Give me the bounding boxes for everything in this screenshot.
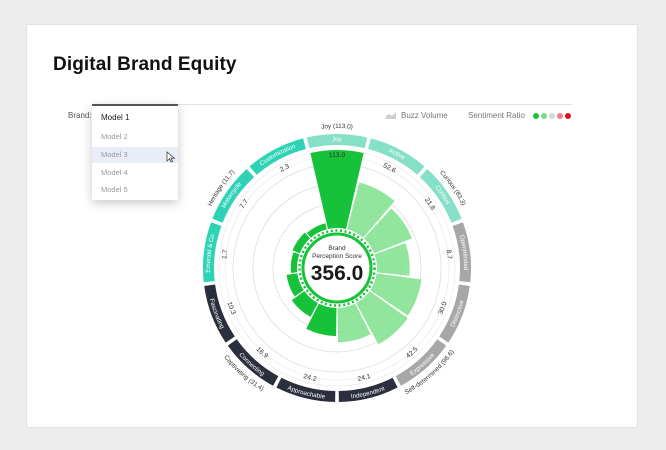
label-path bbox=[201, 155, 250, 227]
bar-emerald-co- bbox=[290, 252, 300, 273]
label-path bbox=[394, 340, 459, 398]
dropdown-option[interactable]: Model 4 bbox=[92, 165, 178, 181]
dropdown-option[interactable]: Model 2 bbox=[92, 129, 178, 145]
label-path bbox=[424, 155, 473, 227]
dropdown-option[interactable]: Model 5 bbox=[92, 182, 178, 198]
segment-value: 52.6 bbox=[382, 162, 397, 174]
segment-value: 42.5 bbox=[405, 346, 420, 360]
segment-value: 30.0 bbox=[437, 301, 448, 316]
group-label: Joy (113.0) bbox=[321, 123, 353, 131]
center-label-line2: Perception Score bbox=[312, 253, 362, 260]
mouse-cursor-icon bbox=[166, 151, 176, 163]
segment-value: 10.3 bbox=[226, 301, 237, 316]
segment-value: 113.0 bbox=[329, 152, 346, 159]
center-label-line1: Brand bbox=[328, 245, 346, 252]
segment-label: Customization bbox=[258, 143, 296, 168]
bar-fascinating bbox=[286, 273, 304, 297]
segment-value: 8.7 bbox=[445, 249, 453, 259]
brand-equity-radial-chart: Joy113.0Joy (113.0)Active52.6Curious21.8… bbox=[201, 123, 473, 402]
segment-value: 16.9 bbox=[255, 346, 270, 360]
segment-label: Joy bbox=[332, 136, 343, 143]
brand-dropdown-selected[interactable]: Model 1 bbox=[101, 113, 129, 122]
segment-value: 1.7 bbox=[221, 249, 229, 259]
label-path bbox=[215, 340, 280, 398]
center-score-value: 356.0 bbox=[311, 262, 364, 285]
